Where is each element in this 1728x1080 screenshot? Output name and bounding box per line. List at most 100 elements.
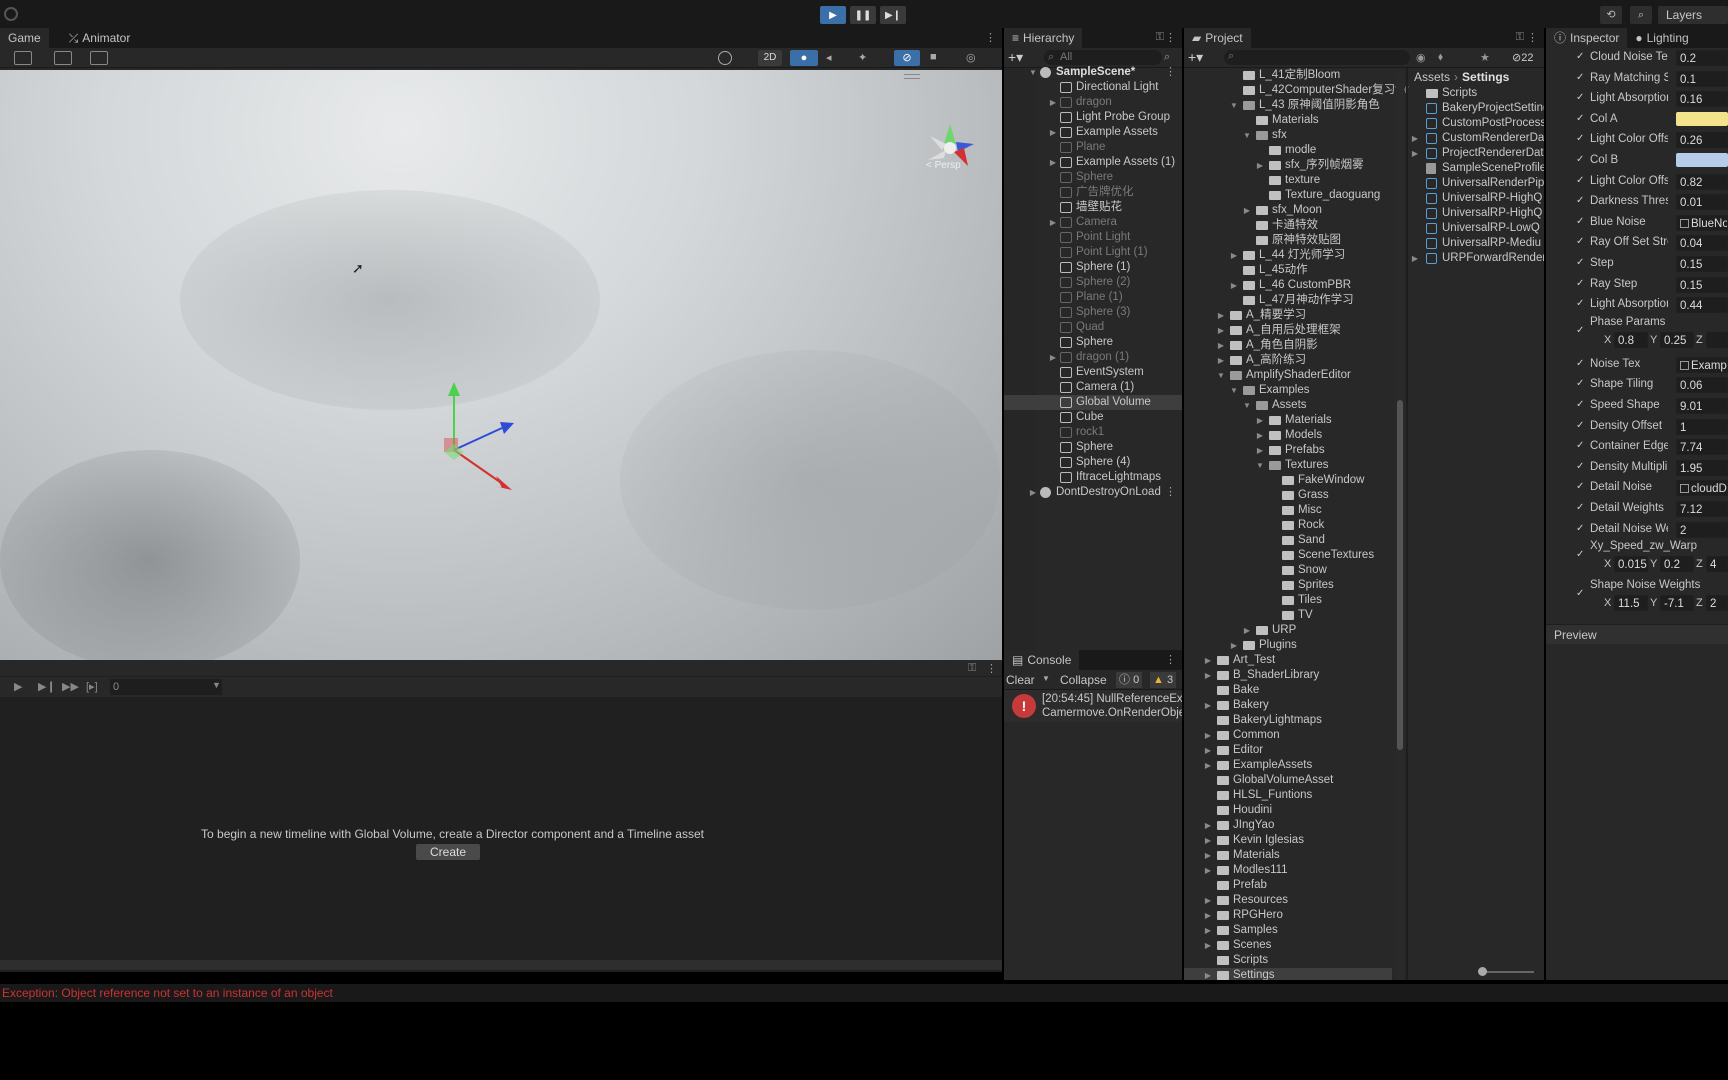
status-error-text[interactable]: Exception: Object reference not set to a… [2,986,333,1000]
scene-menu-icon[interactable]: ⋮ [1165,485,1176,498]
project-folder-item[interactable]: ▶ Plugins [1184,638,1392,653]
hierarchy-item[interactable]: EventSystem [1004,365,1182,380]
project-folder-item[interactable]: ▶ A_自用后处理框架 [1184,323,1392,338]
breadcrumb-assets[interactable]: Assets [1414,70,1450,84]
expand-closed-icon[interactable]: ▶ [1203,893,1213,908]
zoom-slider-thumb[interactable] [1478,967,1487,976]
expand-closed-icon[interactable]: ▶ [1255,413,1265,428]
float-field[interactable]: 0.2 [1676,50,1728,66]
expand-closed-icon[interactable]: ▶ [1028,485,1038,500]
gizmos-icon[interactable]: ◎ [966,51,976,64]
expand-closed-icon[interactable]: ▶ [1229,248,1239,263]
project-asset-item[interactable]: ▶ ProjectRendererData [1410,146,1544,161]
lock-icon[interactable]: ⚿ [1516,31,1524,44]
project-folder-item[interactable]: FakeWindow [1184,473,1392,488]
expand-closed-icon[interactable]: ▶ [1216,353,1226,368]
project-folder-item[interactable]: L_42ComputerShader复习for [1184,83,1409,98]
expand-open-icon[interactable]: ▼ [1255,458,1265,473]
project-folder-item[interactable]: ▶ A_高阶练习 [1184,353,1392,368]
search-by-label-icon[interactable]: ⬧ [1438,51,1443,64]
more-menu-icon[interactable]: ⋮ [1165,31,1176,44]
project-folder-item[interactable]: Tiles [1184,593,1392,608]
timeline-scrollbar[interactable] [0,960,1002,970]
project-folder-item[interactable]: ▶ A_角色自阴影 [1184,338,1392,353]
more-menu-icon[interactable]: ⋮ [1165,653,1176,666]
property-override-checkbox[interactable]: ✓ [1576,441,1586,451]
project-asset-item[interactable]: UniversalRP-HighQ [1410,206,1544,221]
property-override-checkbox[interactable]: ✓ [1576,523,1586,534]
float-field[interactable]: 0.06 [1676,377,1728,394]
float-field[interactable]: 0.82 [1676,173,1728,190]
hierarchy-item[interactable]: Directional Light [1004,80,1182,95]
timeline-create-button[interactable]: Create [416,844,480,860]
property-override-checkbox[interactable]: ✓ [1576,482,1586,492]
project-folder-item[interactable]: ▶ Modles111 [1184,863,1392,878]
timeline-frame-field[interactable]: 0 [110,679,222,695]
expand-closed-icon[interactable]: ▶ [1229,278,1239,293]
tab-hierarchy[interactable]: ≡ Hierarchy [1004,28,1083,48]
expand-closed-icon[interactable]: ▶ [1048,155,1058,170]
hierarchy-item[interactable]: Sphere [1004,440,1182,455]
search-by-type-icon[interactable]: ◉ [1416,51,1426,64]
expand-closed-icon[interactable]: ▶ [1203,848,1213,863]
create-asset-button[interactable]: +▾ [1188,49,1203,66]
timeline-lock-icon[interactable]: ⚿ [968,662,976,675]
vector-component-field[interactable] [1706,331,1728,348]
project-folder-item[interactable]: ▶ Editor [1184,743,1392,758]
project-folder-item[interactable]: ▶ Samples [1184,923,1392,938]
project-folder-item[interactable]: ▶ A_精要学习 [1184,308,1392,323]
object-reference-field[interactable]: Examp [1676,356,1728,373]
expand-closed-icon[interactable]: ▶ [1203,923,1213,938]
project-folder-item[interactable]: ▶ Resources [1184,893,1392,908]
project-folder-item[interactable]: 原神特效贴图 [1184,233,1392,248]
hierarchy-item[interactable]: Light Probe Group [1004,110,1182,125]
project-folder-item[interactable]: ▶ Materials [1184,413,1392,428]
hierarchy-item[interactable]: Global Volume [1004,395,1182,410]
float-field[interactable]: 1 [1676,418,1728,435]
property-override-checkbox[interactable]: ✓ [1576,550,1586,560]
float-field[interactable]: 9.01 [1676,398,1728,414]
property-override-checkbox[interactable]: ✓ [1576,461,1586,472]
timeline-next-icon[interactable]: ▶❙ [38,680,56,693]
expand-closed-icon[interactable]: ▶ [1242,623,1252,638]
project-folder-item[interactable]: ▶ sfx_序列帧烟雾 [1184,158,1392,173]
project-folder-item[interactable]: Sand [1184,533,1392,548]
snap-icon[interactable] [54,51,72,65]
vector-component-field[interactable]: 2 [1706,595,1728,612]
hierarchy-item[interactable]: Sphere (2) [1004,275,1182,290]
zoom-slider[interactable] [1478,967,1534,976]
favorites-icon[interactable]: ★ [1480,51,1490,64]
project-asset-item[interactable]: ▶ CustomRendererData [1410,131,1544,146]
project-folder-item[interactable]: ▶ Common [1184,728,1392,743]
color-field[interactable] [1676,153,1728,167]
hierarchy-item[interactable]: ▶ Camera [1004,215,1182,230]
expand-closed-icon[interactable]: ▶ [1216,308,1226,323]
shading-mode-icon[interactable] [718,51,732,65]
expand-closed-icon[interactable]: ▶ [1203,833,1213,848]
more-menu-icon[interactable]: ⋮ [1527,31,1538,44]
project-folder-item[interactable]: ▶ L_46 CustomPBR [1184,278,1392,293]
expand-closed-icon[interactable]: ▶ [1216,338,1226,353]
float-field[interactable]: 1.95 [1676,459,1728,476]
search-icon[interactable]: ⌕ [1630,6,1652,24]
expand-closed-icon[interactable]: ▶ [1203,908,1213,923]
project-folder-item[interactable]: Grass [1184,488,1392,503]
property-override-checkbox[interactable]: ✓ [1576,379,1586,389]
expand-closed-icon[interactable]: ▶ [1203,818,1213,833]
expand-closed-icon[interactable]: ▶ [1048,350,1058,365]
property-override-checkbox[interactable]: ✓ [1576,420,1586,431]
expand-closed-icon[interactable]: ▶ [1242,203,1252,218]
hierarchy-item[interactable]: Sphere (4) [1004,455,1182,470]
property-override-checkbox[interactable]: ✓ [1576,52,1586,62]
timeline-end-icon[interactable]: ▶▶ [62,680,79,693]
property-override-checkbox[interactable]: ✓ [1576,216,1586,227]
property-override-checkbox[interactable]: ✓ [1576,155,1586,165]
project-folder-item[interactable]: Bake [1184,683,1392,698]
property-override-checkbox[interactable]: ✓ [1576,93,1586,103]
project-folder-item[interactable]: HLSL_Funtions [1184,788,1392,803]
hierarchy-item[interactable]: ▶ Example Assets (1) [1004,155,1182,170]
hierarchy-item[interactable]: ▶ dragon (1) [1004,350,1182,365]
vector-component-field[interactable]: -7.1 [1660,595,1694,612]
hierarchy-item[interactable]: Sphere [1004,335,1182,350]
expand-closed-icon[interactable]: ▶ [1048,215,1058,230]
